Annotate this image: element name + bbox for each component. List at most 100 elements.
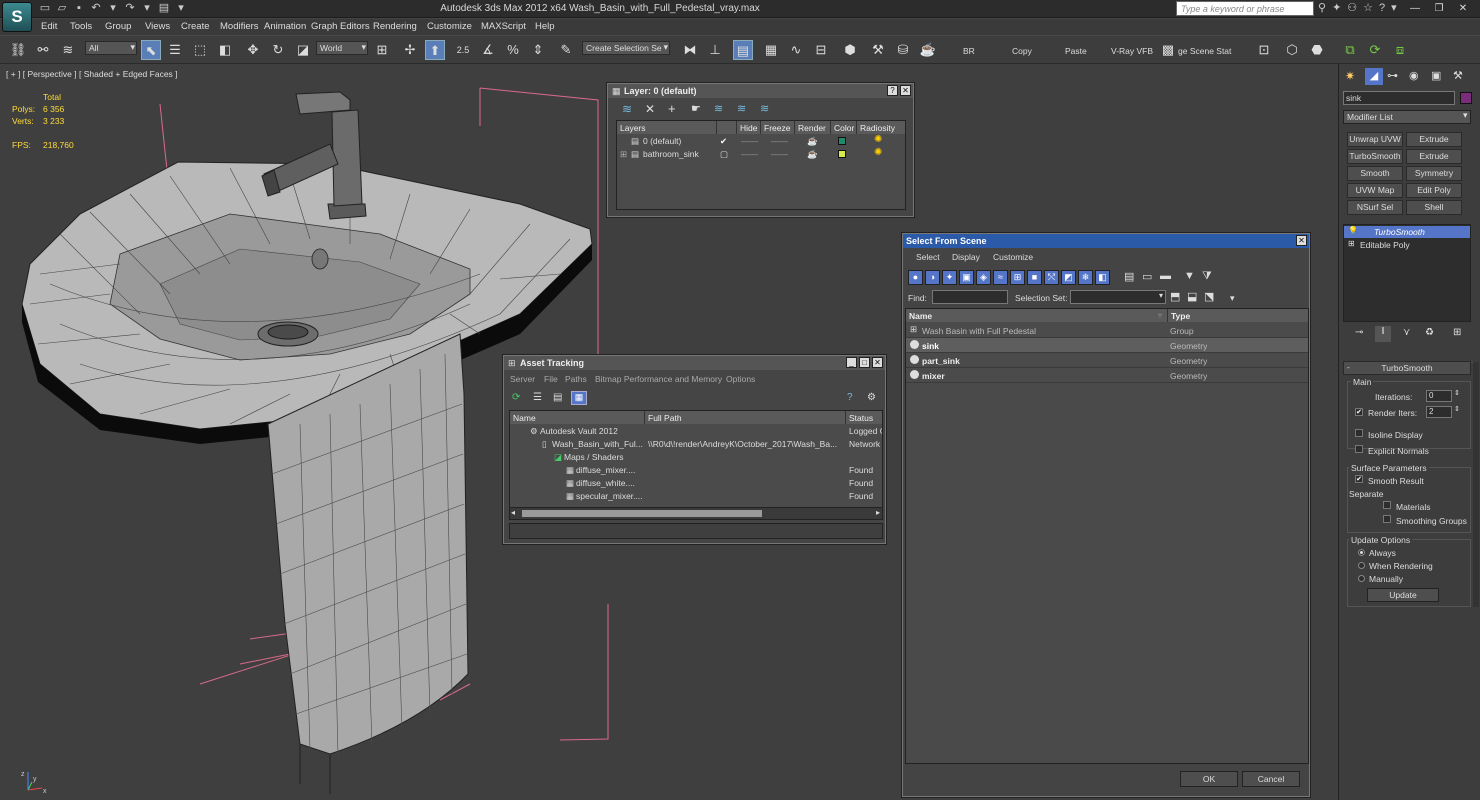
asset-col-name[interactable]: Name xyxy=(510,411,645,424)
layer-col-freeze[interactable]: Freeze xyxy=(761,121,795,134)
scene-menu-display[interactable]: Display xyxy=(952,252,980,262)
select-set-icon[interactable]: ⬒ xyxy=(1170,290,1180,303)
iterations-spin-icon[interactable]: ⇕ xyxy=(1454,389,1460,397)
scene-row[interactable]: mixer Geometry xyxy=(906,368,1308,383)
scroll-left-icon[interactable]: ◂ xyxy=(511,508,515,517)
pin-stack-icon[interactable]: ⊸ xyxy=(1355,327,1363,338)
restore-icon[interactable]: ❐ xyxy=(1428,1,1450,16)
undo-dropdown-icon[interactable]: ▾ xyxy=(106,2,120,15)
layer-color-swatch[interactable] xyxy=(838,150,846,158)
iterations-spinner[interactable]: 0 xyxy=(1426,390,1452,402)
freeze-toggle[interactable]: —— xyxy=(771,149,788,159)
freeze-toggle[interactable]: —— xyxy=(771,136,788,146)
asset-help-icon[interactable]: ? xyxy=(847,392,853,403)
display-spacewarps-icon[interactable]: ≈ xyxy=(993,270,1008,285)
scroll-right-icon[interactable]: ▸ xyxy=(876,508,880,517)
cancel-button[interactable]: Cancel xyxy=(1242,771,1300,787)
ok-button[interactable]: OK xyxy=(1180,771,1238,787)
scroll-thumb[interactable] xyxy=(522,510,762,517)
highlight-layer-icon[interactable]: ≋ xyxy=(714,102,723,115)
scene-menu-select[interactable]: Select xyxy=(916,252,940,262)
explicit-normals-checkbox[interactable] xyxy=(1355,445,1363,453)
menu-customize[interactable]: Customize xyxy=(427,21,472,32)
save-icon[interactable]: ▪ xyxy=(72,2,86,15)
layer-manager-icon[interactable]: ▤ xyxy=(733,40,753,60)
command-panel-scrollbar[interactable] xyxy=(1473,362,1479,607)
window-crossing-icon[interactable]: ◧ xyxy=(215,40,235,60)
expand-layer-icon[interactable]: ⊞ xyxy=(620,149,627,160)
help-icon[interactable]: ? xyxy=(1379,2,1385,14)
stack-item-editable-poly[interactable]: ⊞ Editable Poly xyxy=(1344,239,1470,251)
hierarchy-tab-icon[interactable]: ⊶ xyxy=(1387,69,1398,82)
communication-center-icon[interactable]: ⚇ xyxy=(1347,1,1357,14)
add-to-layer-icon[interactable]: + xyxy=(668,101,676,116)
modify-tab-icon[interactable]: ◢ xyxy=(1365,68,1383,85)
symmetry-button[interactable]: Symmetry xyxy=(1406,166,1462,181)
scene-row[interactable]: sink Geometry xyxy=(906,338,1308,353)
radiosity-icon[interactable]: ✺ xyxy=(874,134,882,145)
layer-col-current[interactable] xyxy=(717,121,737,134)
menu-edit[interactable]: Edit xyxy=(41,21,57,32)
angle-snap-icon[interactable]: ∡ xyxy=(478,40,498,60)
binoculars-icon[interactable]: ⚲ xyxy=(1318,1,1326,14)
display-tab-icon[interactable]: ▣ xyxy=(1431,69,1441,82)
refresh-icon[interactable]: ⟳ xyxy=(512,392,520,403)
viewport-label-menu[interactable]: [ + ] [ Perspective ] [ Shaded + Edged F… xyxy=(6,69,178,79)
asset-menu-bitmap[interactable]: Bitmap Performance and Memory xyxy=(595,374,722,384)
rollout-collapse-icon[interactable]: - xyxy=(1347,362,1350,372)
object-name-input[interactable]: sink xyxy=(1343,91,1455,105)
radiosity-icon[interactable]: ✺ xyxy=(874,147,882,158)
asset-col-status[interactable]: Status xyxy=(846,411,882,424)
scene-row[interactable]: ⊞ Wash Basin with Full Pedestal Group xyxy=(906,323,1308,338)
pivot-center-icon[interactable]: ⊞ xyxy=(372,40,392,60)
motion-tab-icon[interactable]: ◉ xyxy=(1409,69,1419,82)
layer-color-swatch[interactable] xyxy=(838,137,846,145)
unlink-icon[interactable]: ⚯ xyxy=(33,40,53,60)
render-iters-spinner[interactable]: 2 xyxy=(1426,406,1452,418)
sort-icon[interactable]: ▿ xyxy=(1158,311,1162,320)
smooth-button[interactable]: Smooth xyxy=(1347,166,1403,181)
app-logo-button[interactable]: S xyxy=(2,2,32,32)
asset-close-button[interactable]: ✕ xyxy=(872,357,883,368)
display-frozen-icon[interactable]: ❄ xyxy=(1078,270,1093,285)
layer-col-hide[interactable]: Hide xyxy=(737,121,761,134)
help-search-input[interactable]: Type a keyword or phrase xyxy=(1176,1,1314,16)
render-iters-checkbox[interactable]: ✔ xyxy=(1355,408,1363,416)
always-radio[interactable] xyxy=(1358,549,1365,556)
display-groups-icon[interactable]: ⊞ xyxy=(1010,270,1025,285)
nsurf-sel-button[interactable]: NSurf Sel xyxy=(1347,200,1403,215)
select-scene-close-button[interactable]: ✕ xyxy=(1296,235,1307,246)
menu-group[interactable]: Group xyxy=(105,21,131,32)
scene-col-type[interactable]: Type xyxy=(1168,309,1308,322)
invert-selection-icon[interactable]: ▬ xyxy=(1160,270,1171,282)
select-by-name-icon[interactable]: ☰ xyxy=(165,40,185,60)
asset-menu-options[interactable]: Options xyxy=(726,374,755,384)
layer-help-button[interactable]: ? xyxy=(887,85,898,96)
layer-col-layers[interactable]: Layers xyxy=(617,121,717,134)
manually-radio[interactable] xyxy=(1358,575,1365,582)
expand-icon[interactable]: ⊞ xyxy=(1348,239,1355,248)
isoline-display-checkbox[interactable] xyxy=(1355,429,1363,437)
bind-space-warp-icon[interactable]: ≋ xyxy=(58,40,78,60)
freeze-all-layers-icon[interactable]: ≋ xyxy=(760,102,769,115)
create-layer-icon[interactable]: ≋ xyxy=(622,102,632,116)
filter-settings-icon[interactable]: ⧩ xyxy=(1202,270,1212,283)
rollout-header[interactable]: TurboSmooth xyxy=(1343,361,1471,375)
curve-editor-icon[interactable]: ∿ xyxy=(786,40,806,60)
render-iters-spin-icon[interactable]: ⇕ xyxy=(1454,405,1460,413)
scene-row[interactable]: part_sink Geometry xyxy=(906,353,1308,368)
display-geometry-icon[interactable]: ● xyxy=(908,270,923,285)
hide-toggle[interactable]: —— xyxy=(741,149,758,159)
modifier-list-dropdown[interactable]: Modifier List xyxy=(1343,110,1471,124)
object-color-swatch[interactable] xyxy=(1460,92,1472,104)
scene-col-name[interactable]: Name xyxy=(906,309,1168,322)
render-teapot-icon[interactable]: ☕ xyxy=(807,136,818,147)
display-containers-icon[interactable]: ◩ xyxy=(1061,270,1076,285)
utilities-tab-icon[interactable]: ⚒ xyxy=(1453,69,1463,82)
display-cameras-icon[interactable]: ▣ xyxy=(959,270,974,285)
extra-tool-3-icon[interactable]: ⬣ xyxy=(1307,40,1327,60)
menu-create[interactable]: Create xyxy=(181,21,210,32)
filter-icon[interactable]: ▼ xyxy=(1184,270,1195,282)
subscription-icon[interactable]: ✦ xyxy=(1332,1,1341,14)
qat-dropdown-icon[interactable]: ▾ xyxy=(174,2,188,15)
